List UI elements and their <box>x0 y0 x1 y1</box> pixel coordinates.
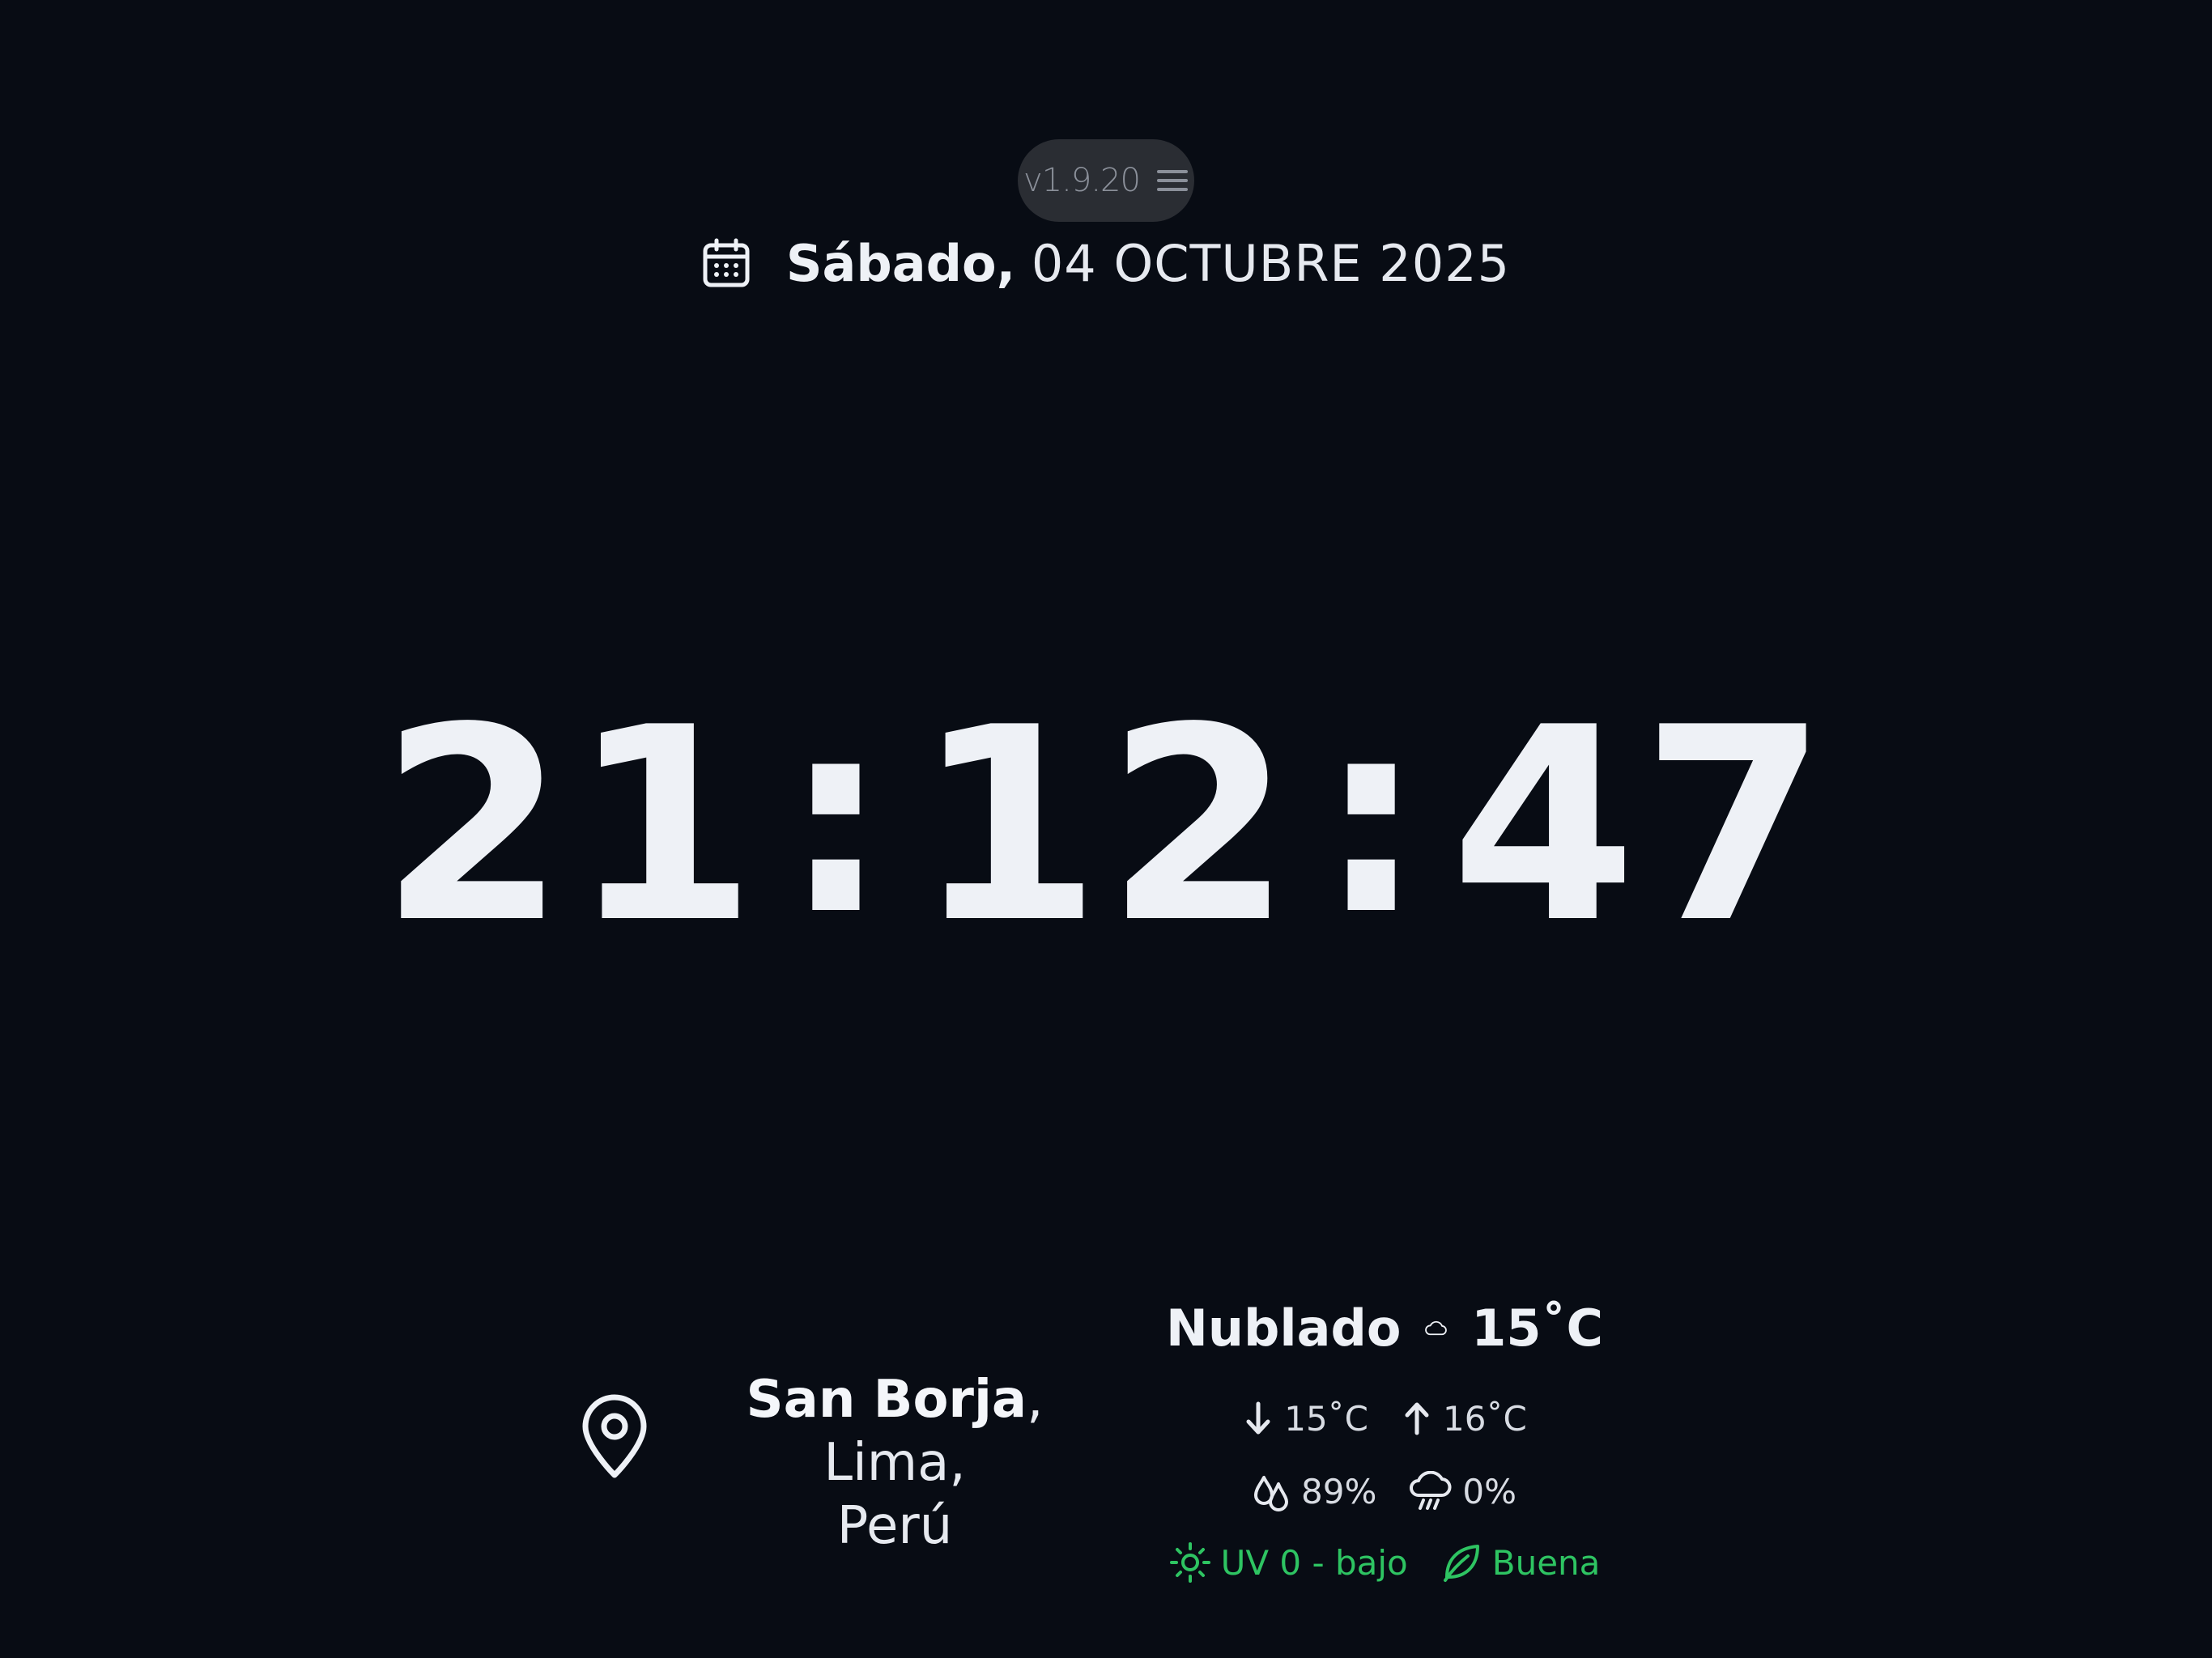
date-text: Sábado, 04 OCTUBRE 2025 <box>786 234 1510 293</box>
weather-temperature: 15˚C <box>1471 1298 1603 1358</box>
date-full: 04 OCTUBRE 2025 <box>1031 233 1511 293</box>
uv-air-quality: UV 0 - bajo Buena <box>1166 1538 1603 1587</box>
weather-summary: Nublado 15˚C <box>1166 1295 1603 1360</box>
humidity-rain: 89% 0% <box>1166 1467 1603 1516</box>
digital-clock: 21 : 12 : 47 <box>0 662 2212 981</box>
clock-dashboard: v1.9.20 Sábado, 04 OCTUBRE 2025 21 : 12 … <box>0 0 2212 1658</box>
humidity-value: 89% <box>1301 1471 1377 1511</box>
max-temperature-value: 16˚C <box>1443 1398 1527 1439</box>
date-weekday: Sábado, <box>785 233 1016 293</box>
uv-value: UV 0 - bajo <box>1220 1542 1408 1583</box>
air-quality-value: Buena <box>1491 1542 1601 1583</box>
clock-seconds: 47 <box>1450 670 1832 981</box>
temperature-range: 15˚C 16˚C <box>1166 1394 1603 1443</box>
leaf-icon <box>1443 1545 1479 1582</box>
arrow-down-icon <box>1246 1401 1270 1435</box>
cloud-rain-icon <box>1410 1471 1452 1510</box>
droplets-icon <box>1254 1476 1288 1511</box>
clock-minutes: 12 <box>915 670 1297 981</box>
version-menu-button[interactable]: v1.9.20 <box>1018 139 1194 222</box>
humidity: 89% <box>1253 1471 1376 1511</box>
sun-icon <box>1169 1542 1210 1583</box>
date-display: Sábado, 04 OCTUBRE 2025 <box>0 231 2212 295</box>
clock-separator: : <box>1317 662 1430 973</box>
clock-hours: 21 <box>380 670 762 981</box>
weather-condition: Nublado <box>1166 1298 1402 1358</box>
calendar-icon <box>703 238 750 287</box>
min-temperature-value: 15˚C <box>1284 1398 1368 1439</box>
location-label: San Borja, Lima, Perú <box>680 1368 1109 1558</box>
location-district: San Borja <box>746 1370 1027 1430</box>
menu-icon <box>1156 170 1188 191</box>
min-temperature: 15˚C <box>1242 1399 1368 1439</box>
location-pin-icon <box>582 1394 647 1478</box>
location-country: Perú <box>836 1496 953 1556</box>
cloud-icon <box>1425 1320 1448 1336</box>
uv-index: UV 0 - bajo <box>1169 1541 1408 1584</box>
air-quality: Buena <box>1440 1541 1601 1584</box>
rain-chance: 0% <box>1409 1471 1516 1511</box>
version-label: v1.9.20 <box>1023 162 1141 199</box>
max-temperature: 16˚C <box>1401 1399 1527 1439</box>
clock-separator: : <box>782 662 895 973</box>
arrow-up-icon <box>1405 1402 1429 1435</box>
rain-chance-value: 0% <box>1462 1471 1516 1511</box>
